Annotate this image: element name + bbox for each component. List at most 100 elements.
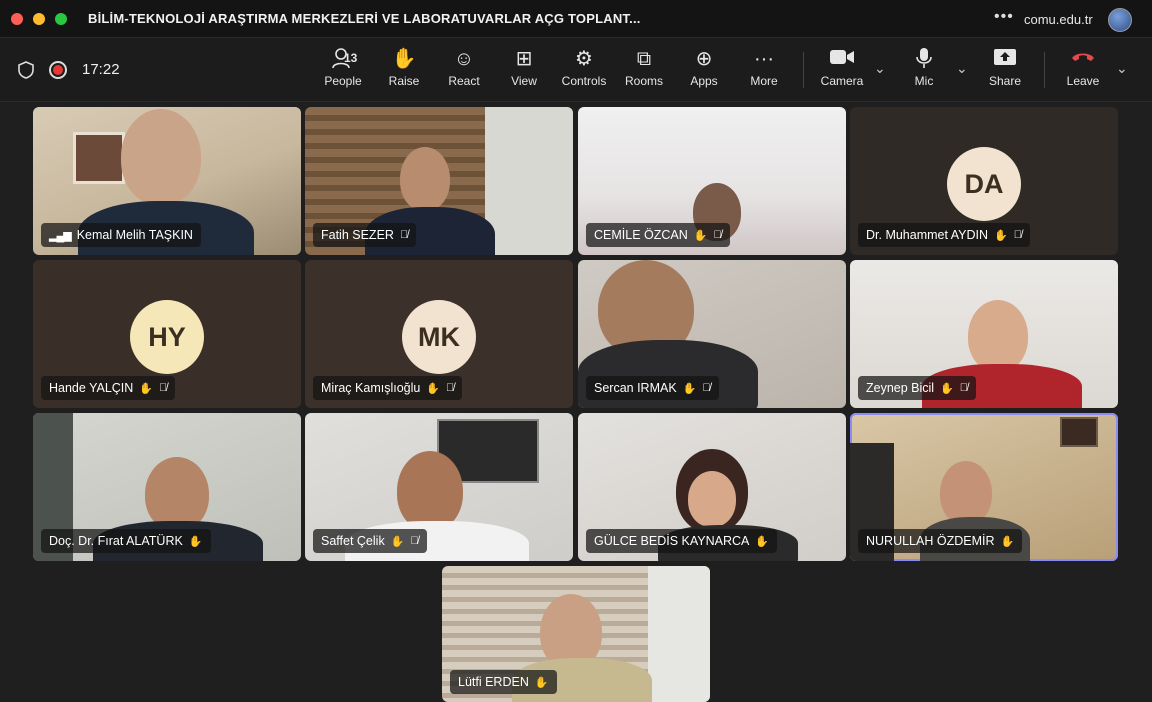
react-button[interactable]: ☺ React: [446, 46, 482, 96]
title-bar: BİLİM-TEKNOLOJİ ARAŞTIRMA MERKEZLERİ VE …: [0, 0, 1152, 38]
participant-avatar: HY: [130, 300, 204, 374]
name-tag: CEMİLE ÖZCAN ✋ 🎙̸: [586, 223, 730, 247]
raise-hand-button[interactable]: ✋ Raise: [386, 46, 422, 96]
user-avatar[interactable]: [1108, 8, 1132, 32]
wall-picture: [73, 132, 125, 184]
participant-name: Hande YALÇIN: [49, 381, 134, 395]
participant-name: NURULLAH ÖZDEMİR: [866, 534, 995, 548]
participant-tile[interactable]: Doç. Dr. Fırat ALATÜRK ✋: [33, 413, 301, 561]
mic-options-chevron-down-icon[interactable]: ⌄: [956, 60, 968, 77]
rooms-button[interactable]: ⧉ Rooms: [624, 46, 664, 96]
hand-raised-icon: ✋: [1000, 535, 1015, 548]
participant-tile[interactable]: Zeynep Bicil ✋ 🎙̸: [850, 260, 1118, 408]
name-tag: Miraç Kamışlıoğlu ✋ 🎙̸: [313, 376, 463, 400]
hand-raised-icon: ✋: [682, 382, 697, 395]
participant-video: [121, 109, 201, 205]
apps-label: Apps: [690, 74, 718, 88]
hand-raised-icon: ✋: [693, 229, 708, 242]
ellipsis-icon[interactable]: •••: [994, 8, 1014, 26]
participant-tile[interactable]: ▂▄▆ Kemal Melih TAŞKIN: [33, 107, 301, 255]
camera-icon: [818, 46, 866, 72]
mic-muted-icon: 🎙̸: [713, 229, 722, 241]
hand-raised-icon: ✋: [426, 382, 441, 395]
hand-raised-icon: ✋: [755, 535, 770, 548]
share-icon: [987, 46, 1023, 72]
grid-icon: ⊞: [515, 48, 533, 70]
raise-label: Raise: [388, 74, 420, 88]
participant-tile[interactable]: Fatih SEZER 🎙̸: [305, 107, 573, 255]
hand-raised-icon: ✋: [994, 229, 1008, 242]
share-button[interactable]: Share: [987, 46, 1023, 96]
participant-tile[interactable]: MK Miraç Kamışlıoğlu ✋ 🎙̸: [305, 260, 573, 408]
meeting-title: BİLİM-TEKNOLOJİ ARAŞTIRMA MERKEZLERİ VE …: [88, 11, 641, 26]
leave-options-chevron-down-icon[interactable]: ⌄: [1116, 60, 1128, 77]
participant-tile[interactable]: Lütfi ERDEN ✋: [442, 566, 710, 702]
apps-icon: ⊕: [695, 48, 713, 70]
participant-tile[interactable]: CEMİLE ÖZCAN ✋ 🎙̸: [578, 107, 846, 255]
participant-video: [940, 461, 992, 525]
name-tag: Saffet Çelik ✋ 🎙̸: [313, 529, 427, 553]
camera-button[interactable]: Camera: [818, 46, 866, 96]
participant-video: [968, 300, 1028, 372]
rooms-icon: ⧉: [636, 48, 652, 70]
participant-video: [397, 451, 463, 531]
controls-icon: ⚙: [575, 48, 593, 70]
participant-name: Dr. Muhammet AYDIN: [866, 228, 989, 242]
rooms-label: Rooms: [624, 74, 663, 88]
microphone-icon: [910, 46, 938, 72]
participant-tile-active-speaker[interactable]: NURULLAH ÖZDEMİR ✋: [850, 413, 1118, 561]
more-button[interactable]: ··· More: [748, 46, 780, 96]
camera-label: Camera: [820, 74, 864, 88]
name-tag: Sercan IRMAK ✋ 🎙̸: [586, 376, 719, 400]
name-tag: Dr. Muhammet AYDIN ✋ 🎙̸: [858, 223, 1030, 247]
meeting-timer: 17:22: [82, 61, 120, 78]
controls-button[interactable]: ⚙ Controls: [558, 46, 610, 96]
wall-picture: [1060, 417, 1098, 447]
recording-icon[interactable]: [49, 61, 67, 79]
view-button[interactable]: ⊞ View: [508, 46, 540, 96]
people-icon: [320, 46, 366, 72]
name-tag: Lütfi ERDEN ✋: [450, 670, 557, 694]
controls-label: Controls: [561, 74, 607, 88]
camera-options-chevron-down-icon[interactable]: ⌄: [874, 60, 886, 77]
mic-muted-icon: 🎙̸: [399, 229, 409, 241]
participant-name: Doç. Dr. Fırat ALATÜRK: [49, 534, 183, 548]
leave-label: Leave: [1066, 74, 1100, 88]
participant-name: Kemal Melih TAŞKIN: [76, 228, 193, 242]
participant-tile[interactable]: Sercan IRMAK ✋ 🎙̸: [578, 260, 846, 408]
video-grid: ▂▄▆ Kemal Melih TAŞKIN Fatih SEZER 🎙̸ CE…: [0, 102, 1152, 702]
name-tag: Zeynep Bicil ✋ 🎙̸: [858, 376, 977, 400]
maximize-window-button[interactable]: [55, 13, 67, 25]
phone-hangup-icon: [1064, 46, 1102, 72]
share-label: Share: [988, 74, 1022, 88]
people-label: People: [324, 74, 362, 88]
participant-avatar: DA: [947, 147, 1021, 221]
participant-name: CEMİLE ÖZCAN: [594, 228, 688, 242]
signal-strength-icon: ▂▄▆: [49, 229, 72, 242]
participant-tile[interactable]: Saffet Çelik ✋ 🎙̸: [305, 413, 573, 561]
apps-button[interactable]: ⊕ Apps: [687, 46, 721, 96]
hand-raised-icon: ✋: [534, 676, 549, 689]
mic-button[interactable]: Mic: [910, 46, 938, 96]
minimize-window-button[interactable]: [33, 13, 45, 25]
close-window-button[interactable]: [11, 13, 23, 25]
mic-muted-icon: 🎙̸: [959, 382, 969, 394]
mic-muted-icon: 🎙̸: [159, 382, 168, 394]
leave-button[interactable]: Leave: [1064, 46, 1102, 96]
participant-name: Lütfi ERDEN: [458, 675, 529, 689]
window-background: [648, 566, 710, 702]
participant-tile[interactable]: DA Dr. Muhammet AYDIN ✋ 🎙̸: [850, 107, 1118, 255]
name-tag: ▂▄▆ Kemal Melih TAŞKIN: [41, 223, 201, 247]
participant-name: GÜLCE BEDİS KAYNARCA: [594, 534, 750, 548]
toolbar-divider: [803, 52, 804, 88]
shield-icon[interactable]: [16, 60, 36, 80]
hand-raised-icon: ✋: [188, 535, 203, 548]
participant-video: [400, 147, 450, 211]
people-button[interactable]: 13 People: [320, 46, 366, 96]
name-tag: NURULLAH ÖZDEMİR ✋: [858, 529, 1023, 553]
participant-tile[interactable]: HY Hande YALÇIN ✋ 🎙̸: [33, 260, 301, 408]
participant-tile[interactable]: GÜLCE BEDİS KAYNARCA ✋: [578, 413, 846, 561]
more-label: More: [750, 74, 778, 88]
more-icon: ···: [754, 48, 774, 70]
org-domain: comu.edu.tr: [1024, 12, 1093, 27]
